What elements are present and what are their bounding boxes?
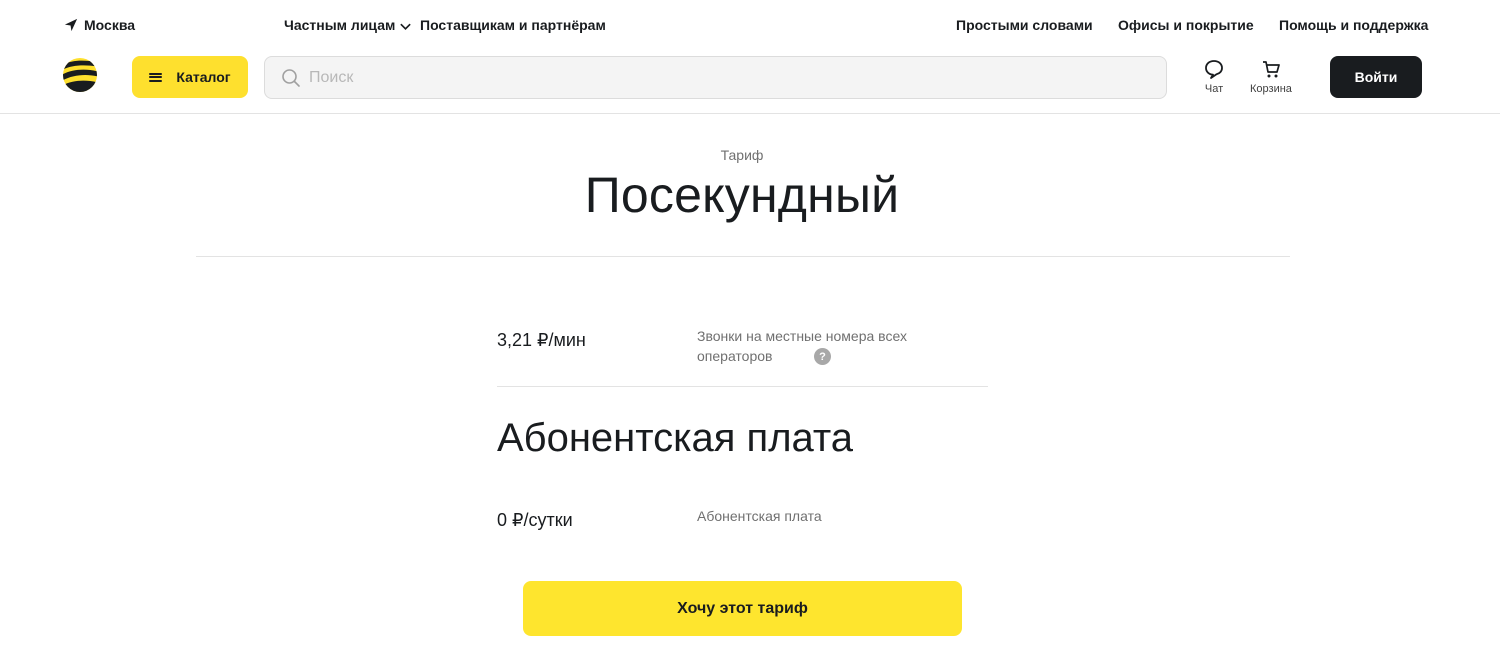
- chat-label: Чат: [1204, 83, 1224, 95]
- catalog-button[interactable]: Каталог: [132, 56, 248, 98]
- search-icon: [282, 68, 300, 87]
- question-icon[interactable]: ?: [814, 348, 831, 365]
- chat-bubble-icon: [1205, 60, 1223, 79]
- location-arrow-icon: [64, 18, 78, 32]
- call-price-row: 3,21 ₽/мин Звонки на местные номера всех…: [497, 300, 988, 387]
- want-tariff-button[interactable]: Хочу этот тариф: [523, 581, 962, 636]
- link-help-support[interactable]: Помощь и поддержка: [1279, 17, 1428, 33]
- login-button[interactable]: Войти: [1330, 56, 1422, 98]
- link-simple-words[interactable]: Простыми словами: [956, 17, 1093, 33]
- tariff-eyebrow: Тариф: [720, 147, 764, 163]
- segment-private-label: Частным лицам: [284, 17, 396, 33]
- fee-price: 0 ₽/сутки: [497, 510, 573, 530]
- cart-button[interactable]: Корзина: [1250, 58, 1292, 95]
- beeline-logo[interactable]: [62, 57, 98, 93]
- search-bar[interactable]: [264, 56, 1167, 99]
- chevron-down-icon: [400, 23, 412, 30]
- city-label: Москва: [84, 17, 136, 33]
- chat-button[interactable]: Чат: [1203, 58, 1225, 95]
- segment-partners[interactable]: Поставщикам и партнёрам: [420, 17, 606, 33]
- segment-partners-label: Поставщикам и партнёрам: [420, 17, 606, 33]
- fee-row: 0 ₽/сутки Абонентская плата: [497, 500, 988, 540]
- cart-label: Корзина: [1250, 83, 1292, 95]
- main-header: Каталог Чат Корзина Войти: [0, 52, 1500, 114]
- call-price-description: Звонки на местные номера всех операторов: [697, 328, 907, 364]
- link-offices-coverage[interactable]: Офисы и покрытие: [1118, 17, 1254, 33]
- catalog-label: Каталог: [176, 69, 231, 85]
- segment-private[interactable]: Частным лицам: [284, 17, 412, 33]
- fee-section-title: Абонентская плата: [497, 416, 854, 460]
- call-price: 3,21 ₽/мин: [497, 330, 586, 350]
- menu-icon: [149, 72, 163, 82]
- tariff-name: Посекундный: [584, 167, 900, 223]
- section-divider: [196, 256, 1290, 257]
- fee-description: Абонентская плата: [697, 508, 822, 524]
- search-input[interactable]: [309, 68, 1149, 87]
- city-selector[interactable]: Москва: [64, 17, 135, 33]
- top-bar: Москва Частным лицам Поставщикам и партн…: [0, 0, 1500, 52]
- cart-icon: [1262, 61, 1280, 78]
